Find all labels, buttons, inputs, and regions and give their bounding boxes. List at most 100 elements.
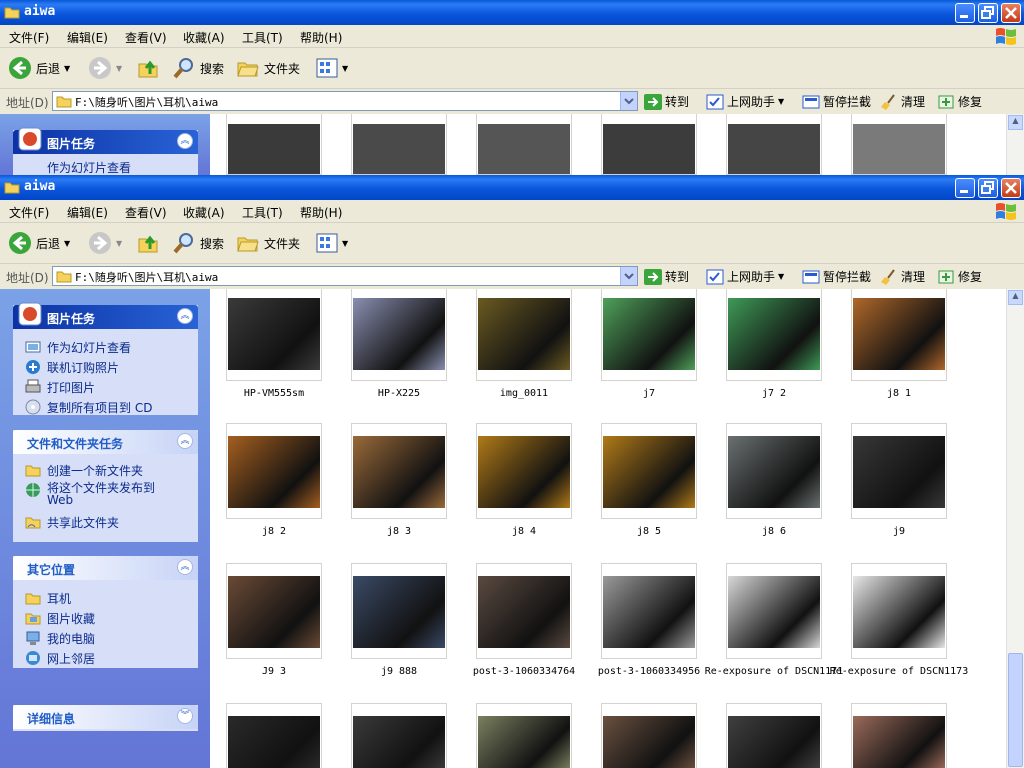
thumbnail[interactable] <box>476 423 572 519</box>
copy-to-cd-link[interactable]: 复制所有项目到 CD <box>25 399 152 416</box>
thumbnail[interactable] <box>476 563 572 659</box>
thumbnail[interactable] <box>726 114 822 175</box>
clean-button[interactable]: 清理 <box>880 93 925 110</box>
menu-help[interactable]: 帮助(H) <box>300 29 342 46</box>
maximize-button[interactable] <box>978 178 998 198</box>
collapse-chevron-icon[interactable]: ︽ <box>177 433 193 449</box>
thumbnail[interactable] <box>351 289 447 381</box>
back-button[interactable]: 后退 ▼ <box>8 231 70 255</box>
share-folder-link[interactable]: 共享此文件夹 <box>25 514 119 531</box>
thumbnail[interactable] <box>351 114 447 175</box>
forward-button[interactable]: ▼ <box>88 231 122 255</box>
collapse-chevron-icon[interactable]: ︽ <box>177 133 193 149</box>
address-dropdown[interactable] <box>620 92 637 110</box>
thumbnail[interactable] <box>851 114 947 175</box>
block-popup-button[interactable]: 暂停拦截 <box>802 93 871 110</box>
thumbnail[interactable] <box>226 114 322 175</box>
scroll-up-arrow-icon[interactable]: ▲ <box>1008 115 1023 130</box>
close-button[interactable] <box>1001 178 1021 198</box>
publish-web-link[interactable]: 将这个文件夹发布到 Web <box>25 482 175 506</box>
back-button[interactable]: 后退 ▼ <box>8 56 70 80</box>
search-button[interactable]: 搜索 <box>172 231 224 255</box>
thumbnail[interactable] <box>601 563 697 659</box>
thumbnail[interactable] <box>351 563 447 659</box>
title-bar[interactable]: aiwa <box>0 0 1024 25</box>
thumbnail[interactable] <box>851 563 947 659</box>
new-folder-link[interactable]: 创建一个新文件夹 <box>25 462 143 479</box>
views-button[interactable]: ▼ <box>316 231 348 255</box>
clean-button[interactable]: 清理 <box>880 268 925 285</box>
collapse-chevron-icon[interactable]: ︽ <box>177 308 193 324</box>
thumbnail[interactable] <box>726 423 822 519</box>
menu-edit[interactable]: 编辑(E) <box>67 204 108 221</box>
views-button[interactable]: ▼ <box>316 56 348 80</box>
menu-view[interactable]: 查看(V) <box>125 204 167 221</box>
up-folder-button[interactable] <box>136 231 160 255</box>
thumbnail[interactable] <box>226 289 322 381</box>
place-my-pictures-link[interactable]: 图片收藏 <box>25 610 95 627</box>
slideshow-link[interactable]: 作为幻灯片查看 <box>25 339 131 356</box>
thumbnail[interactable] <box>476 114 572 175</box>
menu-help[interactable]: 帮助(H) <box>300 204 342 221</box>
print-pictures-link[interactable]: 打印图片 <box>25 379 95 396</box>
vertical-scrollbar[interactable]: ▲ <box>1006 114 1024 175</box>
repair-button[interactable]: 修复 <box>937 93 982 110</box>
folders-button[interactable]: 文件夹 <box>236 56 300 80</box>
menu-edit[interactable]: 编辑(E) <box>67 29 108 46</box>
menu-file[interactable]: 文件(F) <box>9 204 49 221</box>
vertical-scrollbar[interactable]: ▲ <box>1006 289 1024 768</box>
menu-file[interactable]: 文件(F) <box>9 29 49 46</box>
minimize-button[interactable] <box>955 178 975 198</box>
thumbnail[interactable] <box>476 703 572 768</box>
collapse-chevron-icon[interactable]: ︽ <box>177 559 193 575</box>
place-earphones-link[interactable]: 耳机 <box>25 590 71 607</box>
go-button[interactable]: 转到 <box>644 268 689 285</box>
place-my-computer-link[interactable]: 我的电脑 <box>25 630 95 647</box>
thumbnail[interactable] <box>851 703 947 768</box>
thumbnail[interactable] <box>601 289 697 381</box>
place-network-link[interactable]: 网上邻居 <box>25 650 95 667</box>
thumbnail[interactable] <box>726 289 822 381</box>
thumbnail[interactable] <box>601 423 697 519</box>
minimize-button[interactable] <box>955 3 975 23</box>
menu-favorites[interactable]: 收藏(A) <box>183 29 225 46</box>
menu-view[interactable]: 查看(V) <box>125 29 167 46</box>
thumbnail[interactable] <box>851 289 947 381</box>
folders-button[interactable]: 文件夹 <box>236 231 300 255</box>
go-button[interactable]: 转到 <box>644 93 689 110</box>
address-input[interactable]: F:\随身听\图片\耳机\aiwa <box>52 91 638 111</box>
repair-button[interactable]: 修复 <box>937 268 982 285</box>
net-helper-button[interactable]: 上网助手 ▼ <box>706 93 784 110</box>
close-button[interactable] <box>1001 3 1021 23</box>
search-button[interactable]: 搜索 <box>172 56 224 80</box>
thumbnail[interactable] <box>851 423 947 519</box>
thumbnail-label: j9 <box>892 526 906 537</box>
thumbnail[interactable] <box>351 703 447 768</box>
expand-chevron-icon[interactable]: ︾ <box>177 708 193 724</box>
scroll-up-arrow-icon[interactable]: ▲ <box>1008 290 1023 305</box>
address-dropdown[interactable] <box>620 267 637 285</box>
thumbnail[interactable] <box>226 563 322 659</box>
address-input[interactable]: F:\随身听\图片\耳机\aiwa <box>52 266 638 286</box>
menu-tools[interactable]: 工具(T) <box>242 29 283 46</box>
title-bar[interactable]: aiwa <box>0 175 1024 200</box>
net-helper-button[interactable]: 上网助手 ▼ <box>706 268 784 285</box>
thumbnail[interactable] <box>226 423 322 519</box>
thumbnail[interactable] <box>726 563 822 659</box>
up-folder-button[interactable] <box>136 56 160 80</box>
thumbnail[interactable] <box>351 423 447 519</box>
menu-tools[interactable]: 工具(T) <box>242 204 283 221</box>
forward-button[interactable]: ▼ <box>88 56 122 80</box>
block-popup-button[interactable]: 暂停拦截 <box>802 268 871 285</box>
thumbnail[interactable] <box>476 289 572 381</box>
thumbnail[interactable] <box>601 114 697 175</box>
scrollbar-thumb[interactable] <box>1008 653 1023 767</box>
menu-favorites[interactable]: 收藏(A) <box>183 204 225 221</box>
maximize-button[interactable] <box>978 3 998 23</box>
thumbnail[interactable] <box>226 703 322 768</box>
slideshow-link[interactable]: 作为幻灯片查看 <box>25 159 131 175</box>
thumbnail[interactable] <box>601 703 697 768</box>
thumbnail[interactable] <box>726 703 822 768</box>
order-prints-link[interactable]: 联机订购照片 <box>25 359 119 376</box>
details-header[interactable]: 详细信息 ︾ <box>13 705 198 729</box>
